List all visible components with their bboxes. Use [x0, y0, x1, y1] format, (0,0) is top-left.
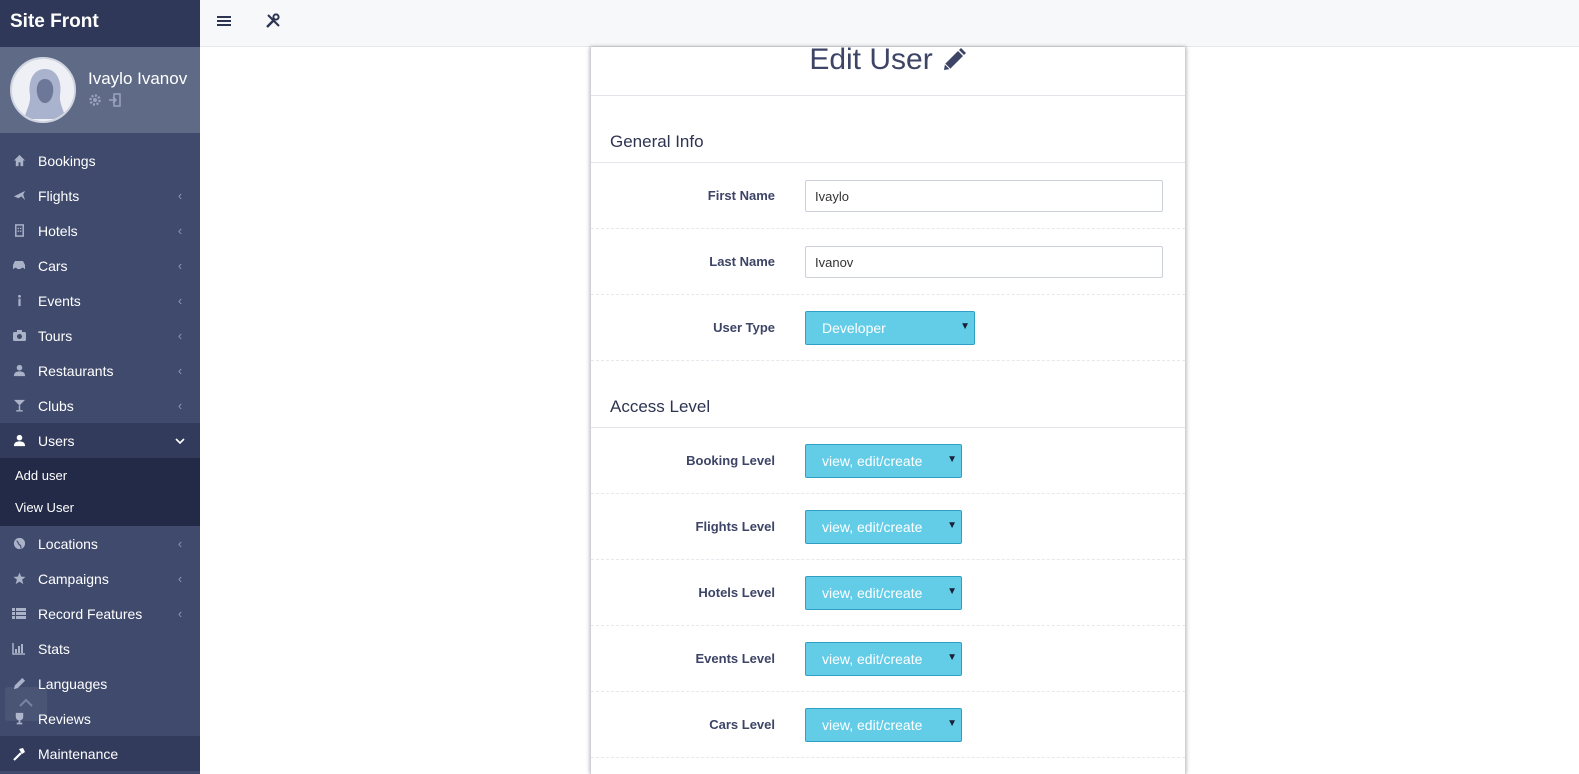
sidebar-item-events[interactable]: Events ‹ — [0, 283, 200, 318]
sidebar-item-users[interactable]: Users — [0, 423, 200, 458]
user-type-select[interactable]: Developer ▼ — [805, 311, 975, 345]
chevron-left-icon: ‹ — [177, 536, 183, 551]
form-row-last-name: Last Name — [591, 229, 1185, 295]
caret-down-icon: ▼ — [947, 520, 957, 531]
submenu-add-user[interactable]: Add user — [0, 460, 200, 492]
user-profile: Ivaylo Ivanov — [0, 47, 200, 133]
plane-icon — [0, 189, 38, 202]
sidebar-item-campaigns[interactable]: Campaigns ‹ — [0, 561, 200, 596]
camera-icon — [0, 329, 38, 342]
logout-icon[interactable] — [108, 93, 122, 110]
page-title: Edit User — [809, 43, 933, 76]
chevron-left-icon: ‹ — [177, 188, 183, 203]
section-general-info: General Info — [591, 96, 1185, 163]
sidebar-item-restaurants[interactable]: Restaurants ‹ — [0, 353, 200, 388]
pencil-icon — [941, 47, 967, 79]
list-icon — [0, 607, 38, 620]
sidebar-item-tours[interactable]: Tours ‹ — [0, 318, 200, 353]
form-row-flights-level: Flights Level view, edit/create ▼ — [591, 494, 1185, 560]
chevron-left-icon: ‹ — [177, 398, 183, 413]
first-name-label: First Name — [707, 188, 775, 203]
chevron-left-icon: ‹ — [177, 258, 183, 273]
form-row-user-type: User Type Developer ▼ — [591, 295, 1185, 361]
chevron-up-icon — [19, 695, 33, 713]
avatar[interactable] — [10, 57, 76, 123]
sidebar-item-bookings[interactable]: Bookings — [0, 143, 200, 178]
sidebar-item-flights[interactable]: Flights ‹ — [0, 178, 200, 213]
form-row-cars-level: Cars Level view, edit/create ▼ — [591, 692, 1185, 758]
chart-icon — [0, 642, 38, 655]
form-row-events-level: Events Level view, edit/create ▼ — [591, 626, 1185, 692]
form-row-hotels-level: Hotels Level view, edit/create ▼ — [591, 560, 1185, 626]
top-bar — [200, 0, 1579, 47]
user-icon — [0, 364, 38, 377]
chevron-down-icon — [160, 433, 200, 448]
globe-icon — [0, 537, 38, 550]
sidebar-nav-lower: Locations ‹ Campaigns ‹ Record Features … — [0, 526, 200, 771]
menu-toggle-button[interactable] — [214, 13, 234, 33]
scroll-top-button[interactable] — [5, 687, 47, 721]
hammer-icon — [0, 747, 38, 761]
star-icon — [0, 572, 38, 585]
sidebar-item-locations[interactable]: Locations ‹ — [0, 526, 200, 561]
cars-level-label: Cars Level — [709, 717, 775, 732]
user-name: Ivaylo Ivanov — [88, 69, 188, 88]
sidebar-nav: Bookings Flights ‹ Hotels ‹ Cars ‹ Event… — [0, 143, 200, 458]
edit-user-panel: Edit User General Info First Name Last N… — [590, 43, 1186, 774]
building-icon — [0, 224, 38, 237]
users-submenu: Add user View User — [0, 458, 200, 526]
car-icon — [0, 259, 38, 272]
section-access-level: Access Level — [591, 361, 1185, 428]
last-name-label: Last Name — [709, 254, 775, 269]
chevron-left-icon: ‹ — [177, 363, 183, 378]
cocktail-icon — [0, 399, 38, 412]
gear-icon[interactable] — [88, 93, 102, 110]
settings-tools-button[interactable] — [263, 12, 283, 34]
caret-down-icon: ▼ — [947, 454, 957, 465]
sidebar-item-stats[interactable]: Stats — [0, 631, 200, 666]
booking-level-select[interactable]: view, edit/create ▼ — [805, 444, 962, 478]
hotels-level-select[interactable]: view, edit/create ▼ — [805, 576, 962, 610]
flights-level-select[interactable]: view, edit/create ▼ — [805, 510, 962, 544]
first-name-input[interactable] — [805, 180, 1163, 212]
sidebar-item-clubs[interactable]: Clubs ‹ — [0, 388, 200, 423]
sidebar-item-hotels[interactable]: Hotels ‹ — [0, 213, 200, 248]
brand-title[interactable]: Site Front — [0, 0, 200, 47]
info-icon — [0, 294, 38, 307]
tools-icon — [265, 12, 281, 34]
submenu-view-user[interactable]: View User — [0, 492, 200, 524]
hotels-level-label: Hotels Level — [698, 585, 775, 600]
chevron-left-icon: ‹ — [177, 293, 183, 308]
form-row-booking-level: Booking Level view, edit/create ▼ — [591, 428, 1185, 494]
sidebar: Site Front Ivaylo Ivanov Bookings Flight… — [0, 0, 200, 774]
user-type-label: User Type — [713, 320, 775, 335]
events-level-select[interactable]: view, edit/create ▼ — [805, 642, 962, 676]
form-row-first-name: First Name — [591, 163, 1185, 229]
sidebar-item-record-features[interactable]: Record Features ‹ — [0, 596, 200, 631]
caret-down-icon: ▼ — [947, 586, 957, 597]
chevron-left-icon: ‹ — [177, 328, 183, 343]
chevron-left-icon: ‹ — [177, 571, 183, 586]
flights-level-label: Flights Level — [695, 519, 775, 534]
events-level-label: Events Level — [695, 651, 776, 666]
sidebar-item-maintenance[interactable]: Maintenance — [0, 736, 200, 771]
hamburger-icon — [217, 14, 231, 32]
caret-down-icon: ▼ — [947, 652, 957, 663]
chevron-left-icon: ‹ — [177, 606, 183, 621]
cars-level-select[interactable]: view, edit/create ▼ — [805, 708, 962, 742]
caret-down-icon: ▼ — [960, 321, 970, 332]
caret-down-icon: ▼ — [947, 718, 957, 729]
page-title-wrap: Edit User — [591, 43, 1185, 96]
last-name-input[interactable] — [805, 246, 1163, 278]
home-icon — [0, 154, 38, 167]
booking-level-label: Booking Level — [686, 453, 775, 468]
user-icon — [0, 434, 38, 447]
chevron-left-icon: ‹ — [177, 223, 183, 238]
sidebar-item-cars[interactable]: Cars ‹ — [0, 248, 200, 283]
